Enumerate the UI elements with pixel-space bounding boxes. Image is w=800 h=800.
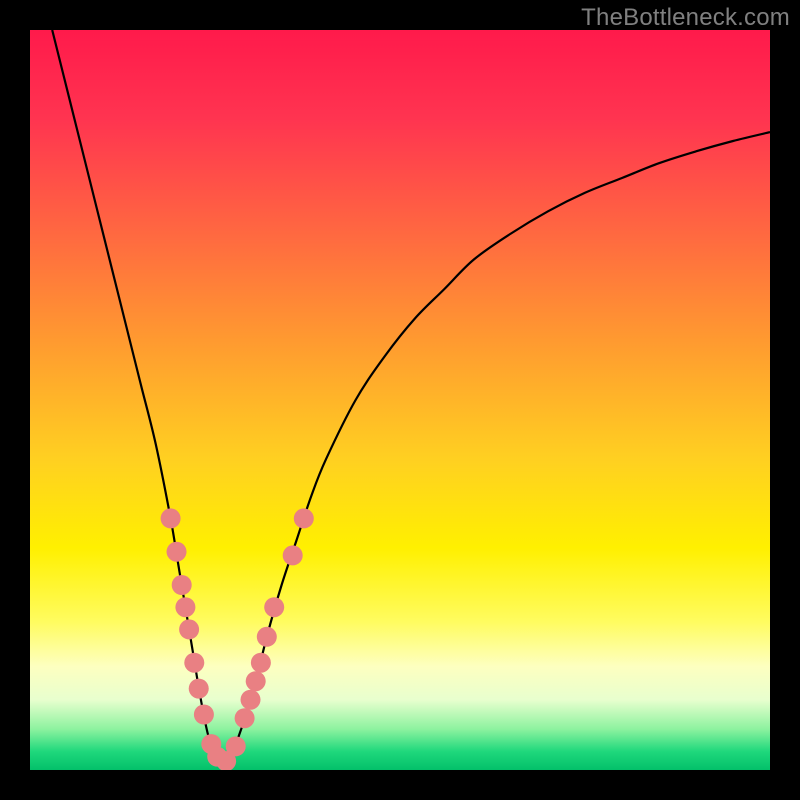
marker-point <box>257 627 277 647</box>
marker-point <box>184 653 204 673</box>
marker-point <box>161 508 181 528</box>
marker-point <box>251 653 271 673</box>
watermark-text: TheBottleneck.com <box>581 4 790 32</box>
marker-point <box>172 575 192 595</box>
marker-point <box>226 736 246 756</box>
marker-point <box>189 679 209 699</box>
marker-point <box>167 542 187 562</box>
chart-frame <box>30 30 770 770</box>
marker-point <box>179 619 199 639</box>
chart-svg <box>30 30 770 770</box>
marker-point <box>246 671 266 691</box>
marker-point <box>175 597 195 617</box>
marker-point <box>194 705 214 725</box>
marker-point <box>294 508 314 528</box>
marker-point <box>264 597 284 617</box>
marker-point <box>283 545 303 565</box>
chart-outer: TheBottleneck.com <box>0 0 800 800</box>
gradient-background <box>30 30 770 770</box>
marker-point <box>241 690 261 710</box>
marker-point <box>235 708 255 728</box>
